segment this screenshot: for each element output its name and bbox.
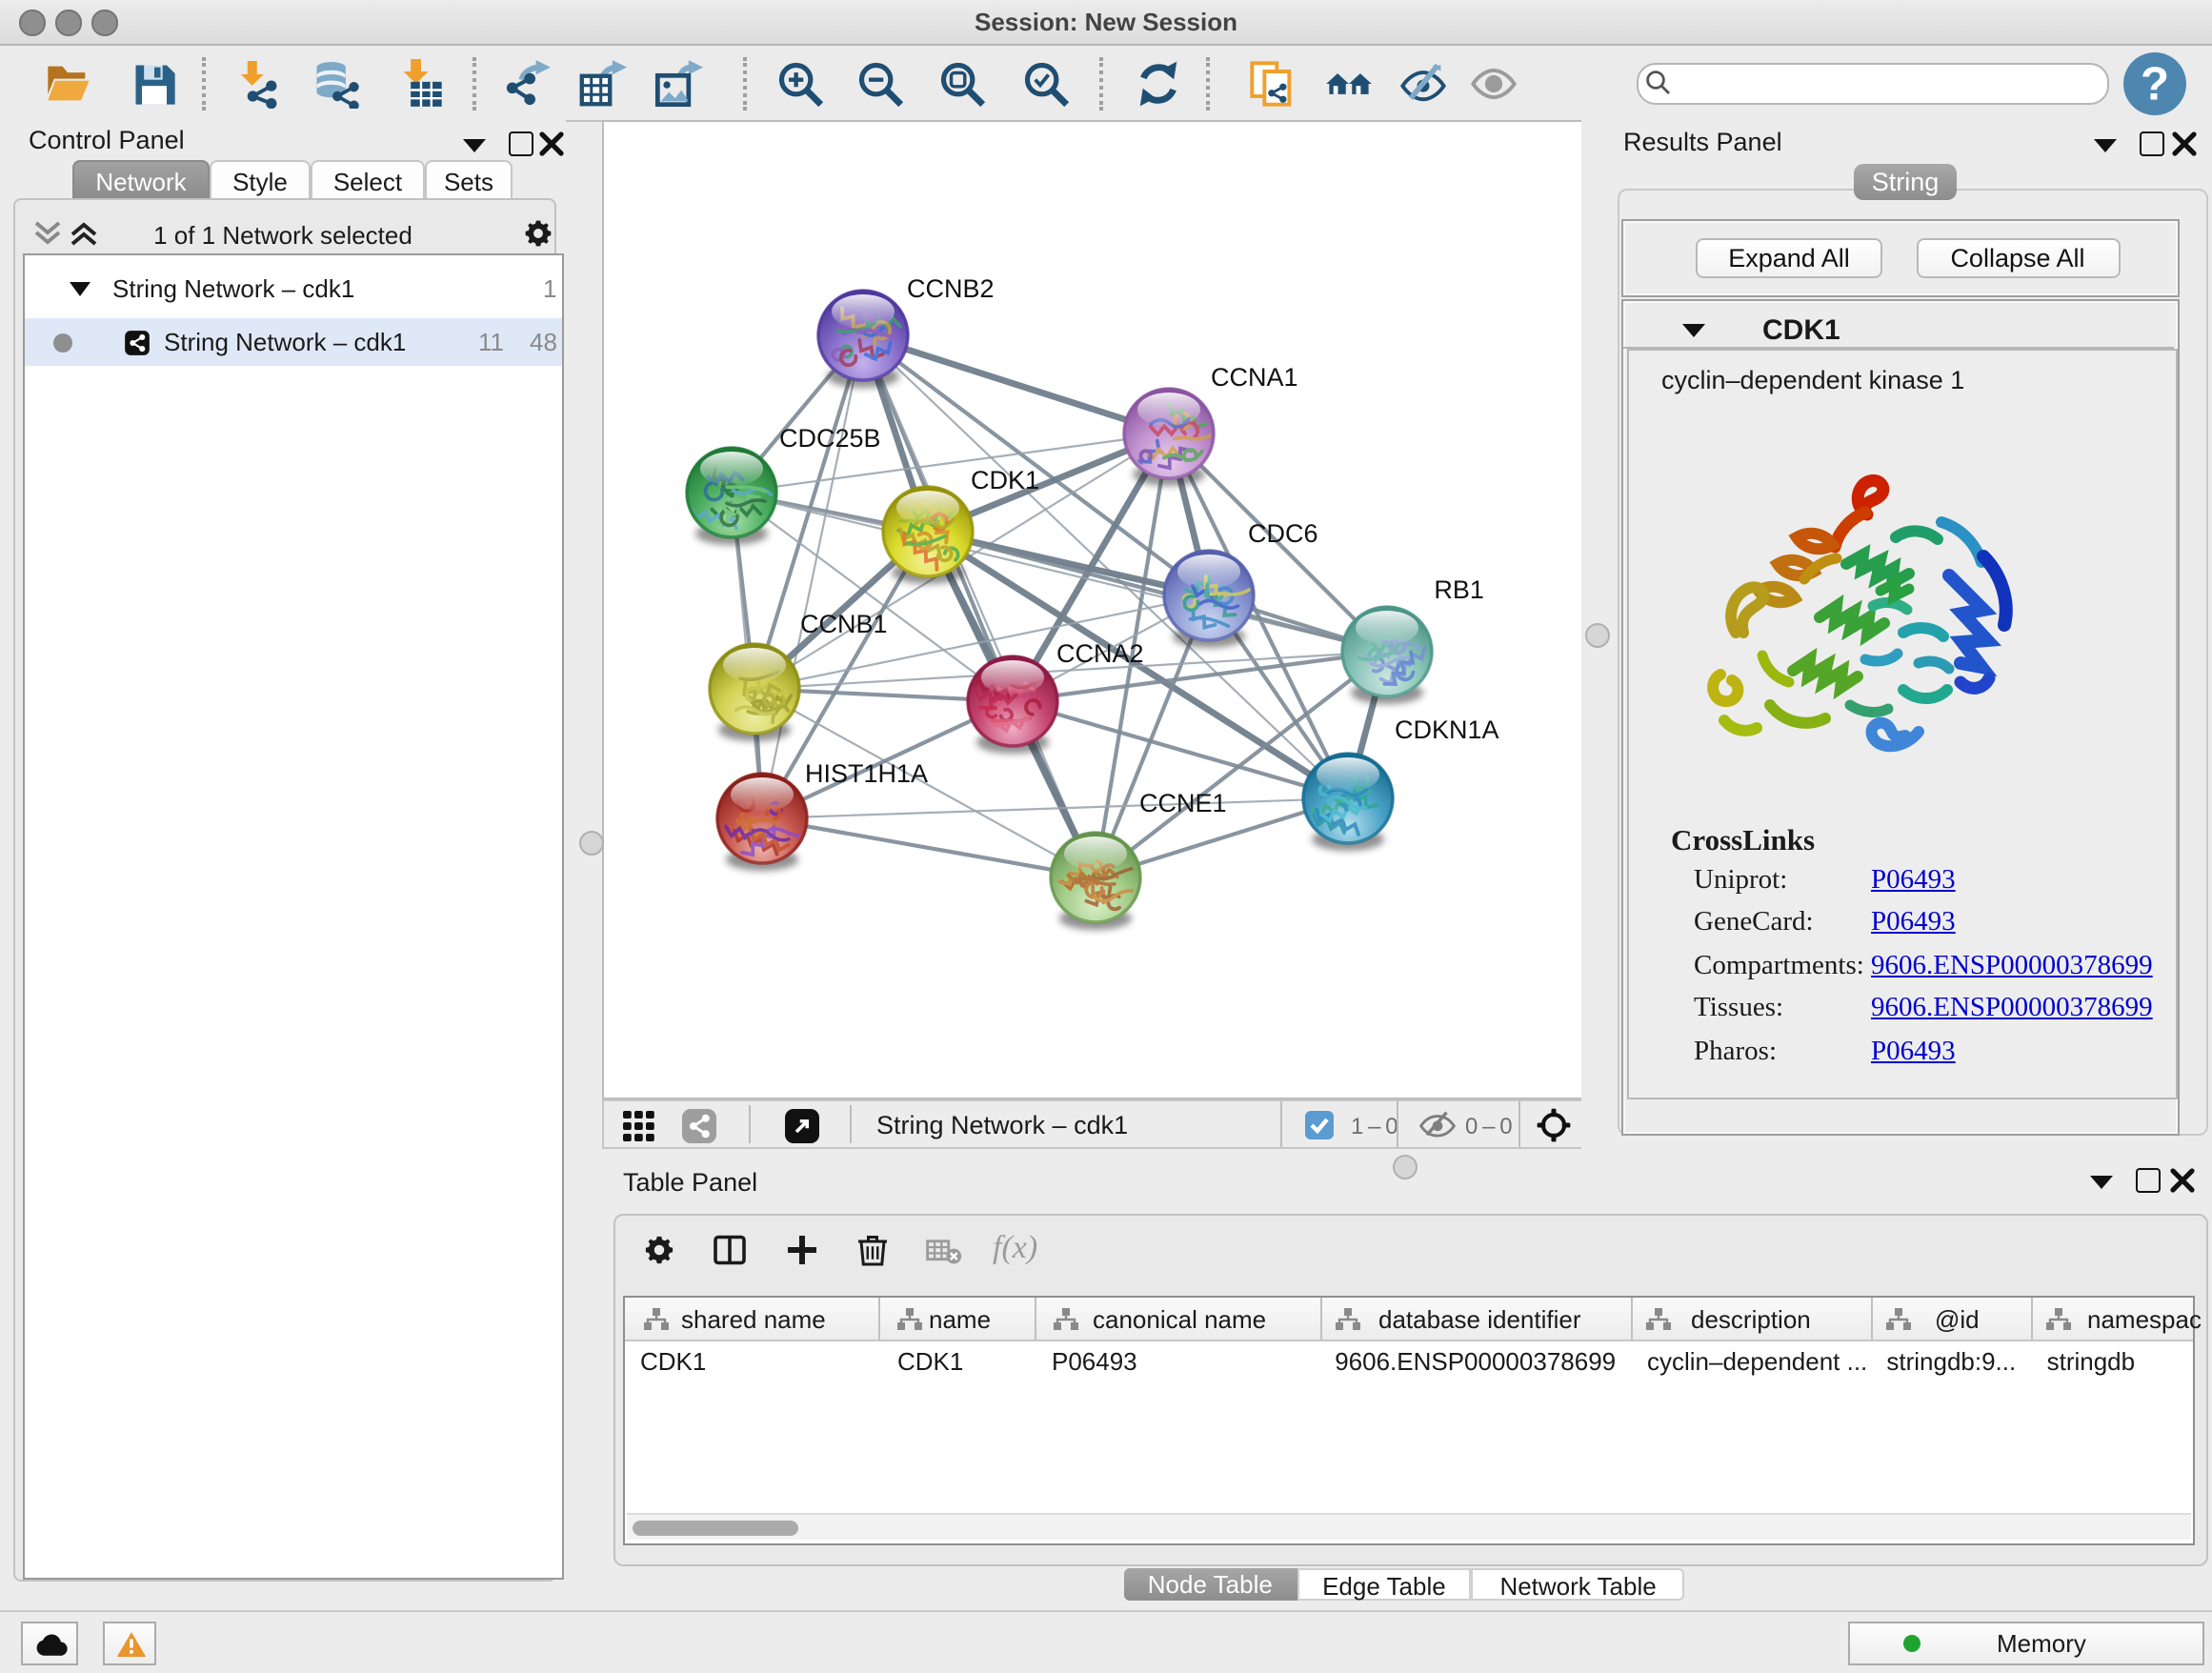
svg-text:CCNB1: CCNB1 xyxy=(800,610,888,638)
svg-text:CCNA2: CCNA2 xyxy=(1056,639,1144,668)
svg-text:HIST1H1A: HIST1H1A xyxy=(805,759,928,788)
svg-text:?: ? xyxy=(2141,58,2169,111)
svg-text:CDKN1A: CDKN1A xyxy=(1395,716,1499,744)
svg-text:CDC25B: CDC25B xyxy=(779,424,881,453)
svg-text:CCNB2: CCNB2 xyxy=(907,274,995,303)
svg-text:CDK1: CDK1 xyxy=(971,466,1039,494)
svg-text:RB1: RB1 xyxy=(1434,575,1484,604)
svg-text:CDC6: CDC6 xyxy=(1248,519,1318,548)
svg-text:CCNA1: CCNA1 xyxy=(1211,363,1298,392)
svg-text:CCNE1: CCNE1 xyxy=(1139,789,1227,817)
